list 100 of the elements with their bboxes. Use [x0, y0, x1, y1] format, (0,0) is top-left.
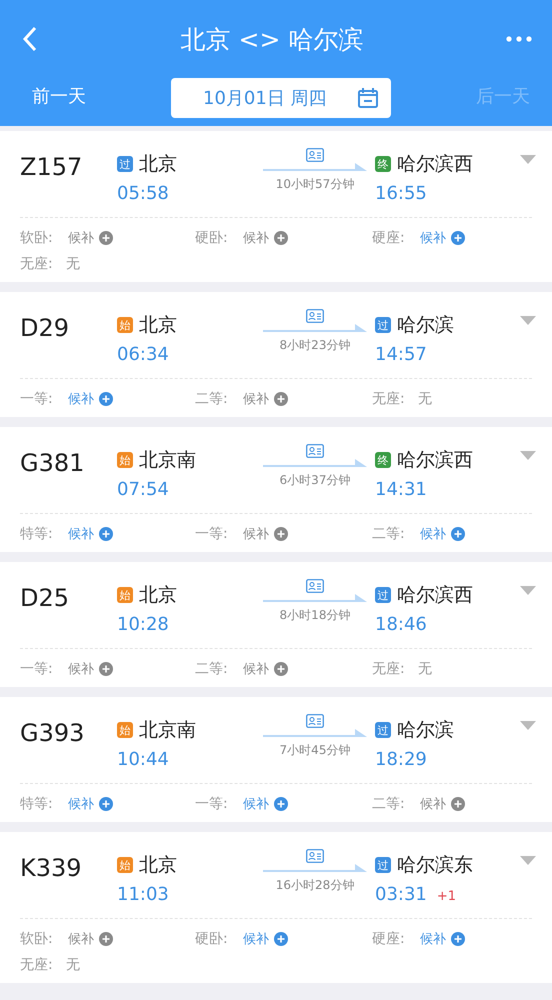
waitlist-link[interactable]: 候补	[68, 525, 94, 543]
seat-class-label: 特等:	[20, 795, 54, 813]
station-badge: 过	[375, 587, 391, 603]
waitlist-link[interactable]: 候补	[243, 660, 269, 678]
expand-caret-icon[interactable]	[520, 586, 536, 596]
duration: 10小时57分钟	[276, 176, 354, 193]
add-icon[interactable]	[274, 797, 288, 811]
seat-class-label: 硬座:	[372, 229, 406, 247]
train-number: D29	[20, 313, 70, 344]
waitlist-link[interactable]: 候补	[420, 229, 446, 247]
seat-class-label: 二等:	[372, 795, 406, 813]
departure-time: 10:44	[117, 749, 169, 770]
add-icon[interactable]	[451, 932, 465, 946]
add-icon[interactable]	[99, 932, 113, 946]
station-badge: 始	[117, 452, 133, 468]
add-icon[interactable]	[99, 662, 113, 676]
expand-caret-icon[interactable]	[520, 155, 536, 165]
waitlist-link[interactable]: 候补	[68, 229, 94, 247]
duration: 7小时45分钟	[280, 742, 350, 759]
id-card-icon	[306, 849, 324, 863]
seat-class-label: 一等:	[20, 390, 54, 408]
add-icon[interactable]	[451, 797, 465, 811]
arrival-time: 18:29	[375, 749, 427, 770]
id-card-icon	[306, 309, 324, 323]
add-icon[interactable]	[274, 231, 288, 245]
train-card[interactable]: G393 始 北京南 10:44 7小时45分钟 过 哈尔滨 18:29 特等: 候补 一等: 候补 二等: 候补	[0, 697, 552, 822]
arrival-time: 14:57	[375, 344, 427, 365]
previous-day-link[interactable]: 前一天	[32, 84, 86, 108]
waitlist-link[interactable]: 候补	[243, 390, 269, 408]
duration: 8小时18分钟	[280, 607, 350, 624]
seat-class-label: 硬卧:	[195, 930, 229, 948]
date-picker[interactable]: 10月01日 周四	[171, 78, 391, 118]
expand-caret-icon[interactable]	[520, 856, 536, 866]
add-icon[interactable]	[274, 527, 288, 541]
arrival-time: 14:31	[375, 479, 427, 500]
departure-station: 北京南	[139, 448, 196, 473]
train-number: K339	[20, 853, 83, 884]
waitlist-link[interactable]: 候补	[68, 660, 94, 678]
seat-availability: 无	[66, 956, 80, 974]
add-icon[interactable]	[99, 392, 113, 406]
station-badge: 始	[117, 722, 133, 738]
seat-class-label: 一等:	[195, 525, 229, 543]
waitlist-link[interactable]: 候补	[420, 795, 446, 813]
waitlist-link[interactable]: 候补	[420, 525, 446, 543]
arrival-time: 03:31	[375, 884, 427, 905]
add-icon[interactable]	[274, 932, 288, 946]
train-card[interactable]: D25 始 北京 10:28 8小时18分钟 过 哈尔滨西 18:46 一等: 候补 二等: 候补 无座: 无	[0, 562, 552, 687]
station-badge: 过	[375, 857, 391, 873]
departure-station: 北京南	[139, 718, 196, 743]
id-card-icon	[306, 444, 324, 458]
train-card[interactable]: Z157 过 北京 05:58 10小时57分钟 终 哈尔滨西 16:55 软卧: 候补 硬卧: 候补 硬座: 候补 无座: 无	[0, 131, 552, 282]
more-icon[interactable]	[506, 36, 532, 42]
waitlist-link[interactable]: 候补	[68, 795, 94, 813]
id-card-icon	[306, 148, 324, 162]
waitlist-link[interactable]: 候补	[243, 930, 269, 948]
waitlist-link[interactable]: 候补	[68, 390, 94, 408]
arrow-icon	[263, 323, 367, 335]
seat-class-label: 软卧:	[20, 930, 54, 948]
arrow-icon	[263, 728, 367, 740]
expand-caret-icon[interactable]	[520, 316, 536, 326]
seat-class-label: 特等:	[20, 525, 54, 543]
add-icon[interactable]	[451, 527, 465, 541]
waitlist-link[interactable]: 候补	[243, 795, 269, 813]
seat-class-label: 二等:	[195, 390, 229, 408]
waitlist-link[interactable]: 候补	[420, 930, 446, 948]
train-card[interactable]: K339 始 北京 11:03 16小时28分钟 过 哈尔滨东 03:31 +1 软卧: 候补 硬卧: 候补 硬座: 候补 无座: 无	[0, 832, 552, 983]
departure-time: 10:28	[117, 614, 169, 635]
departure-station: 北京	[139, 583, 177, 608]
back-icon[interactable]	[22, 26, 38, 52]
waitlist-link[interactable]: 候补	[243, 525, 269, 543]
add-icon[interactable]	[99, 797, 113, 811]
arrow-icon	[263, 863, 367, 875]
arrival-time: 16:55	[375, 183, 427, 204]
station-badge: 终	[375, 452, 391, 468]
station-badge: 过	[375, 317, 391, 333]
seat-availability: 无	[418, 660, 432, 678]
seat-class-label: 无座:	[20, 255, 54, 273]
waitlist-link[interactable]: 候补	[243, 229, 269, 247]
add-icon[interactable]	[451, 231, 465, 245]
departure-time: 07:54	[117, 479, 169, 500]
seat-class-label: 二等:	[372, 525, 406, 543]
add-icon[interactable]	[99, 231, 113, 245]
departure-time: 11:03	[117, 884, 169, 905]
add-icon[interactable]	[274, 392, 288, 406]
train-card[interactable]: D29 始 北京 06:34 8小时23分钟 过 哈尔滨 14:57 一等: 候补 二等: 候补 无座: 无	[0, 292, 552, 417]
arrival-time: 18:46	[375, 614, 427, 635]
id-card-icon	[306, 579, 324, 593]
train-card[interactable]: G381 始 北京南 07:54 6小时37分钟 终 哈尔滨西 14:31 特等: 候补 一等: 候补 二等: 候补	[0, 427, 552, 552]
expand-caret-icon[interactable]	[520, 721, 536, 731]
arrival-station: 哈尔滨西	[397, 152, 473, 177]
add-icon[interactable]	[274, 662, 288, 676]
waitlist-link[interactable]: 候补	[68, 930, 94, 948]
departure-station: 北京	[139, 853, 177, 878]
add-icon[interactable]	[99, 527, 113, 541]
seat-class-label: 软卧:	[20, 229, 54, 247]
duration: 8小时23分钟	[280, 337, 350, 354]
departure-station: 北京	[139, 313, 177, 338]
expand-caret-icon[interactable]	[520, 451, 536, 461]
departure-station: 北京	[139, 152, 177, 177]
train-number: Z157	[20, 152, 84, 183]
